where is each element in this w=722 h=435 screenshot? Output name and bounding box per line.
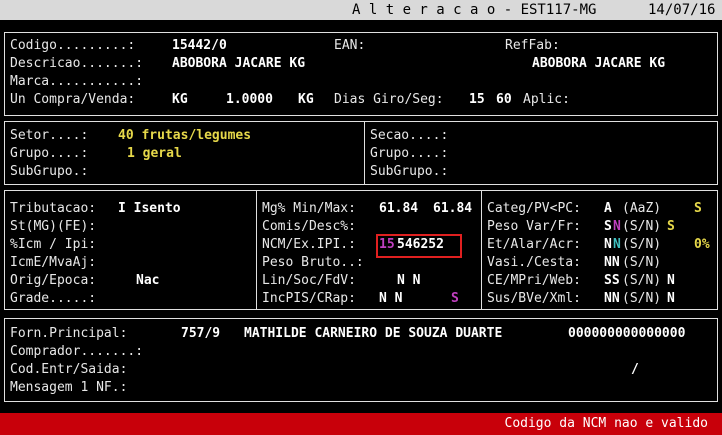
subgrupo-label: SubGrupo.: xyxy=(10,164,89,179)
forn-name-field[interactable]: MATHILDE CARNEIRO DE SOUZA DUARTE xyxy=(244,325,502,343)
descricao-short-field[interactable]: ABOBORA JACARE KG xyxy=(532,55,665,73)
classification-panel xyxy=(4,121,718,185)
categ-hint: (AaZ) xyxy=(622,201,662,216)
subgrupo2-label: SubGrupo.: xyxy=(370,164,449,179)
sus-field[interactable]: NN xyxy=(604,290,620,308)
pesovar-n-field[interactable]: N xyxy=(613,218,621,236)
fiscal-divider-1 xyxy=(256,191,257,309)
ncm-label: NCM/Ex.IPI.: xyxy=(262,237,356,252)
comis-label: Comis/Desc%: xyxy=(262,219,356,234)
ncm-prefix: 15 xyxy=(379,237,395,252)
ce-extra-field[interactable]: N xyxy=(667,272,675,290)
dias-label: Dias Giro/Seg: xyxy=(334,92,444,107)
grade-label: Grade.....: xyxy=(10,291,97,306)
etalar-pct-field[interactable]: 0% xyxy=(694,236,710,254)
inc-extra-field[interactable]: S xyxy=(451,290,459,308)
forn-doc-field[interactable]: 000000000000000 xyxy=(568,325,685,343)
screen-date: 14/07/16 xyxy=(648,2,716,18)
ce-label: CE/MPri/Web: xyxy=(487,273,581,288)
setor-field[interactable]: 40 frutas/legumes xyxy=(118,127,251,145)
forn-code-field[interactable]: 757/9 xyxy=(181,325,220,343)
pesovar-extra-field[interactable]: S xyxy=(667,218,675,236)
inc-field[interactable]: N N xyxy=(379,290,402,308)
tributacao-field[interactable]: I Isento xyxy=(118,200,181,218)
descricao-label: Descricao.......: xyxy=(10,56,144,71)
reffab-label: RefFab: xyxy=(505,38,560,53)
status-bar: Codigo da NCM nao e valido xyxy=(0,413,722,435)
screen-title: A l t e r a c a o - EST117-MG xyxy=(352,2,597,18)
orig-field[interactable]: Nac xyxy=(136,272,159,290)
cod-entr-label: Cod.Entr/Saida: xyxy=(10,362,128,377)
grupo2-label: Grupo....: xyxy=(370,146,449,161)
dias-giro-field[interactable]: 15 xyxy=(469,91,485,109)
etalar-n1-field[interactable]: N xyxy=(604,236,612,254)
mg-min-field[interactable]: 61.84 xyxy=(379,200,418,218)
secao-label: Secao....: xyxy=(370,128,449,143)
icme-label: IcmE/MvaAj: xyxy=(10,255,97,270)
comprador-label: Comprador.......: xyxy=(10,344,144,359)
inc-label: IncPIS/CRap: xyxy=(262,291,356,306)
un-compra-field[interactable]: KG xyxy=(172,91,188,109)
codigo-label: Codigo.........: xyxy=(10,38,136,53)
peso-label: Peso Bruto..: xyxy=(262,255,364,270)
title-bar: A l t e r a c a o - EST117-MG 14/07/16 xyxy=(0,0,722,20)
etalar-n2-field[interactable]: N xyxy=(613,236,621,254)
etalar-hint: (S/N) xyxy=(622,237,662,252)
lin-field[interactable]: N N xyxy=(397,272,420,290)
status-message: Codigo da NCM nao e valido xyxy=(504,416,709,431)
etalar-label: Et/Alar/Acr: xyxy=(487,237,581,252)
grupo-label: Grupo....: xyxy=(10,146,89,161)
ce-field[interactable]: SS xyxy=(604,272,620,290)
mg-label: Mg% Min/Max: xyxy=(262,201,356,216)
mensagem-label: Mensagem 1 NF.: xyxy=(10,380,128,395)
pesovar-hint: (S/N) xyxy=(622,219,662,234)
cod-entr-field[interactable]: / xyxy=(631,361,639,379)
ncm-field[interactable]: 546252 xyxy=(397,236,444,254)
un-venda-field[interactable]: KG xyxy=(298,91,314,109)
fator-field[interactable]: 1.0000 xyxy=(226,91,273,109)
pesovar-s-field[interactable]: S xyxy=(604,218,612,236)
icm-label: %Icm / Ipi: xyxy=(10,237,97,252)
fiscal-divider-2 xyxy=(481,191,482,309)
aplic-label: Aplic: xyxy=(523,92,570,107)
dias-seg-field[interactable]: 60 xyxy=(496,91,512,109)
ce-hint: (S/N) xyxy=(622,273,662,288)
sus-hint: (S/N) xyxy=(622,291,662,306)
forn-label: Forn.Principal: xyxy=(10,326,128,341)
grupo-field[interactable]: 1 geral xyxy=(127,145,182,163)
st-label: St(MG)(FE): xyxy=(10,219,97,234)
marca-label: Marca...........: xyxy=(10,74,144,89)
ean-label: EAN: xyxy=(334,38,366,53)
categ-label: Categ/PV<PC: xyxy=(487,201,581,216)
lin-label: Lin/Soc/FdV: xyxy=(262,273,356,288)
descricao-field[interactable]: ABOBORA JACARE KG xyxy=(172,55,305,73)
uncompra-label: Un Compra/Venda: xyxy=(10,92,136,107)
vasi-field[interactable]: NN xyxy=(604,254,620,272)
classification-divider xyxy=(364,122,365,184)
tributacao-label: Tributacao: xyxy=(10,201,97,216)
sus-extra-field[interactable]: N xyxy=(667,290,675,308)
pesovar-label: Peso Var/Fr: xyxy=(487,219,581,234)
vasi-hint: (S/N) xyxy=(622,255,662,270)
orig-label: Orig/Epoca: xyxy=(10,273,97,288)
codigo-field[interactable]: 15442/0 xyxy=(172,37,227,55)
categ-field[interactable]: A xyxy=(604,200,612,218)
categ-extra-field[interactable]: S xyxy=(694,200,702,218)
setor-label: Setor....: xyxy=(10,128,89,143)
sus-label: Sus/BVe/Xml: xyxy=(487,291,581,306)
vasi-label: Vasi./Cesta: xyxy=(487,255,581,270)
mg-max-field[interactable]: 61.84 xyxy=(433,200,472,218)
